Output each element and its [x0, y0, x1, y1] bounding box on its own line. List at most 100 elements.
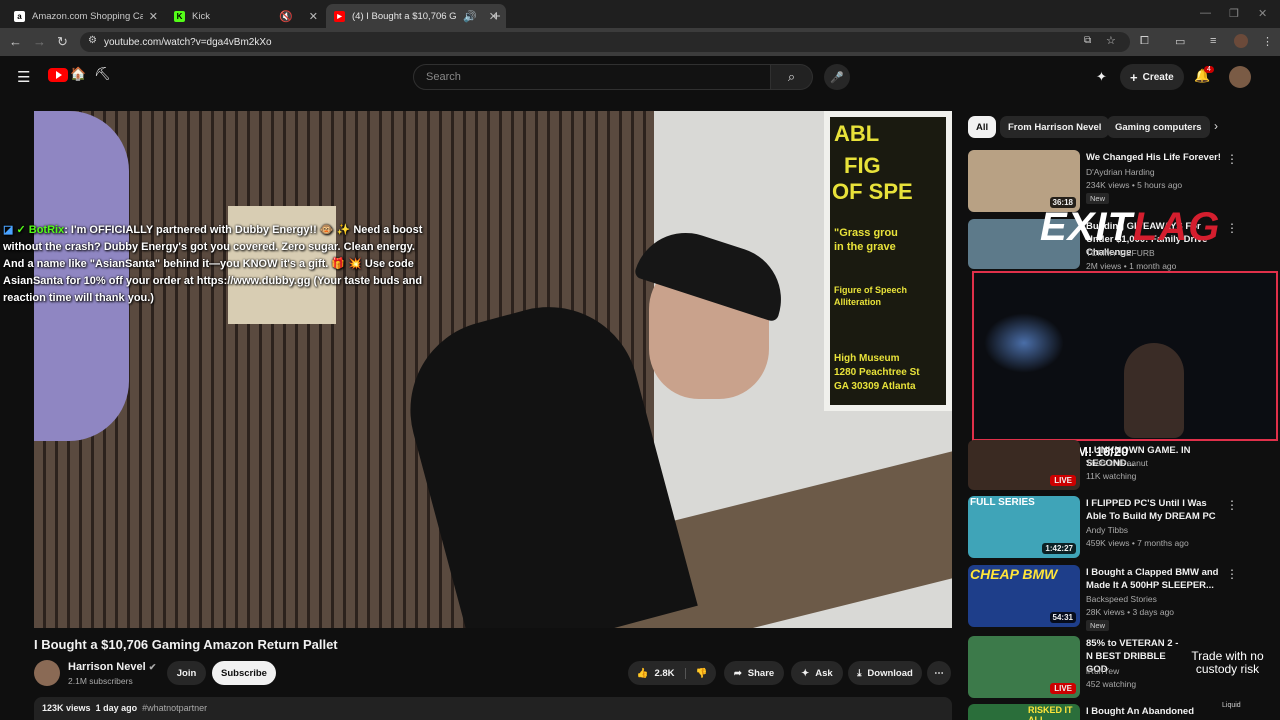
- ask-button[interactable]: ✦ Ask: [791, 661, 843, 685]
- new-tab-button[interactable]: +: [484, 4, 504, 28]
- recommended-title[interactable]: I FLIPPED PC'S Until I Was Able To Build…: [1086, 497, 1226, 523]
- recommended-title[interactable]: I Bought An Abandoned: [1086, 705, 1226, 718]
- install-app-icon[interactable]: ⧉: [1084, 35, 1091, 46]
- subscribe-button[interactable]: Subscribe: [212, 661, 276, 685]
- video-title: I Bought a $10,706 Gaming Amazon Return …: [34, 637, 338, 652]
- chip-gaming-computers[interactable]: Gaming computers: [1107, 116, 1210, 138]
- ad-brand: Liquid: [1222, 702, 1241, 709]
- recommended-channel[interactable]: Andy Tibbs: [1086, 525, 1128, 535]
- doodle-pickaxe-icon[interactable]: ⛏: [94, 66, 111, 82]
- doodle-house-icon[interactable]: 🏠: [70, 66, 86, 82]
- address-bar[interactable]: ⚙ youtube.com/watch?v=dga4vBm2kXo ⧉ ☆: [80, 32, 1130, 52]
- description-box[interactable]: 123K views 1 day ago #whatnotpartner: [34, 697, 952, 720]
- recommended-channel[interactable]: TheBurntPeanut: [1086, 458, 1148, 468]
- sparkle-icon: ✦: [801, 667, 810, 679]
- recommended-video[interactable]: CHEAP BMW 54:31 I Bought a Clapped BMW a…: [968, 565, 1268, 631]
- back-icon[interactable]: ←: [9, 34, 22, 49]
- profile-avatar-icon[interactable]: [1234, 34, 1248, 48]
- poster: ABL FIG OF SPE "Grass grou in the grave …: [824, 111, 952, 411]
- channel-name-text: Harrison Nevel: [68, 661, 146, 673]
- recommended-video[interactable]: 36:18 We Changed His Life Forever! D'Ayd…: [968, 150, 1268, 212]
- account-avatar[interactable]: [1229, 66, 1251, 88]
- search-button[interactable]: ⌕: [771, 64, 813, 90]
- poster-text: High Museum: [834, 353, 900, 364]
- mute-tab-icon[interactable]: 🔇: [279, 10, 293, 23]
- maximize-icon[interactable]: ❐: [1229, 7, 1239, 20]
- tab-youtube[interactable]: ▶ (4) I Bought a $10,706 Gam 🔊 ✕: [326, 4, 506, 28]
- like-dislike-group: 👍 2.8K 👎: [628, 661, 716, 685]
- more-actions-button[interactable]: ⋯: [927, 661, 951, 685]
- voice-search-button[interactable]: 🎤: [824, 64, 850, 90]
- site-info-icon[interactable]: ⚙: [88, 35, 97, 46]
- live-badge: LIVE: [1050, 475, 1076, 486]
- chat-username: BotRix: [28, 224, 65, 236]
- chat-bubble-icon[interactable]: ✦: [1096, 69, 1107, 85]
- hashtag-link[interactable]: #whatnotpartner: [142, 703, 207, 713]
- forward-icon[interactable]: →: [33, 34, 46, 49]
- join-button[interactable]: Join: [167, 661, 206, 685]
- reload-icon[interactable]: ↻: [57, 34, 68, 50]
- thumbs-down-icon[interactable]: 👎: [684, 667, 707, 679]
- recommended-live-video[interactable]: LIVE ...UNKNOWN GAME. IN SECOND... TheBu…: [968, 440, 1268, 490]
- recommended-meta: 28K views • 3 days ago: [1086, 607, 1175, 617]
- more-options-icon[interactable]: ⋮: [1226, 152, 1238, 166]
- video-thumbnail[interactable]: FULL SERIES 1:42:27: [968, 496, 1080, 558]
- amazon-favicon-icon: a: [14, 10, 25, 22]
- channel-avatar[interactable]: [34, 660, 60, 686]
- create-label: Create: [1142, 71, 1174, 83]
- chip-all[interactable]: All: [968, 116, 997, 138]
- recommended-channel[interactable]: iRunYew: [1086, 666, 1119, 676]
- upload-date: 1 day ago: [95, 703, 138, 713]
- youtube-logo-icon[interactable]: [48, 68, 68, 82]
- tab-amazon[interactable]: a Amazon.com Shopping Cart ✕: [6, 4, 166, 28]
- tab-kick[interactable]: K Kick 🔇 ✕: [166, 4, 326, 28]
- search-icon: ⌕: [787, 69, 796, 84]
- thumbs-up-icon[interactable]: 👍: [637, 668, 649, 679]
- download-button[interactable]: ⤓ Download: [848, 661, 922, 685]
- more-options-icon[interactable]: ⋮: [1226, 221, 1238, 235]
- more-icon: ⋯: [934, 667, 944, 679]
- recommended-channel[interactable]: Backspeed Stories: [1086, 594, 1157, 604]
- minimize-icon[interactable]: —: [1200, 7, 1211, 19]
- channel-name[interactable]: Harrison Nevel ✔: [68, 661, 156, 673]
- subscribe-label: Subscribe: [221, 667, 267, 679]
- chips-next-arrow-icon[interactable]: ›: [1214, 119, 1218, 133]
- new-badge: New: [1086, 620, 1110, 631]
- close-window-icon[interactable]: ✕: [1258, 7, 1267, 20]
- video-thumbnail[interactable]: 36:18: [968, 150, 1080, 212]
- chip-from-channel[interactable]: From Harrison Nevel: [1000, 116, 1110, 138]
- hamburger-menu-icon[interactable]: ☰: [17, 68, 30, 86]
- tab-title: Kick: [192, 10, 210, 22]
- video-thumbnail[interactable]: LIVE: [968, 440, 1080, 490]
- share-button[interactable]: ➦ Share: [724, 661, 784, 685]
- chrome-menu-icon[interactable]: ⋮: [1262, 35, 1273, 48]
- video-thumbnail[interactable]: LIVE: [968, 636, 1080, 698]
- recommended-video[interactable]: FULL SERIES 1:42:27 I FLIPPED PC'S Until…: [968, 496, 1268, 558]
- duration-badge: 1:42:27: [1042, 543, 1076, 554]
- browser-toolbar: ← → ↻ ⚙ youtube.com/watch?v=dga4vBm2kXo …: [0, 28, 1280, 56]
- close-tab-icon[interactable]: ✕: [149, 10, 158, 23]
- search-input[interactable]: Search: [413, 64, 771, 90]
- logo-exit: EXIT: [1040, 205, 1133, 249]
- chat-text: : I'm OFFICIALLY partnered with Dubby En…: [3, 224, 423, 304]
- recommended-title[interactable]: We Changed His Life Forever!: [1086, 151, 1226, 164]
- video-thumbnail[interactable]: RISKED IT ALL: [968, 704, 1080, 720]
- notifications-count-badge: 4: [1204, 66, 1214, 73]
- bookmark-star-icon[interactable]: ☆: [1106, 34, 1116, 47]
- more-options-icon[interactable]: ⋮: [1226, 498, 1238, 512]
- create-button[interactable]: + Create: [1120, 64, 1184, 90]
- recommended-title[interactable]: I Bought a Clapped BMW and Made It A 500…: [1086, 566, 1226, 592]
- video-thumbnail[interactable]: CHEAP BMW 54:31: [968, 565, 1080, 627]
- video-player[interactable]: ABL FIG OF SPE "Grass grou in the grave …: [34, 111, 952, 628]
- close-tab-icon[interactable]: ✕: [309, 10, 318, 23]
- verified-badge-icon: ✓: [16, 224, 26, 236]
- extensions-icon[interactable]: ⧠: [1140, 35, 1149, 48]
- like-count[interactable]: 2.8K: [654, 668, 674, 679]
- recommended-channel[interactable]: D'Aydrian Harding: [1086, 167, 1155, 177]
- audio-playing-icon[interactable]: 🔊: [463, 10, 477, 23]
- cast-icon[interactable]: ▭: [1175, 35, 1185, 48]
- streamer-figure: [1124, 343, 1184, 438]
- more-options-icon[interactable]: ⋮: [1226, 567, 1238, 581]
- poster-text: OF SPE: [832, 179, 913, 204]
- media-controls-icon[interactable]: ≡: [1210, 35, 1216, 47]
